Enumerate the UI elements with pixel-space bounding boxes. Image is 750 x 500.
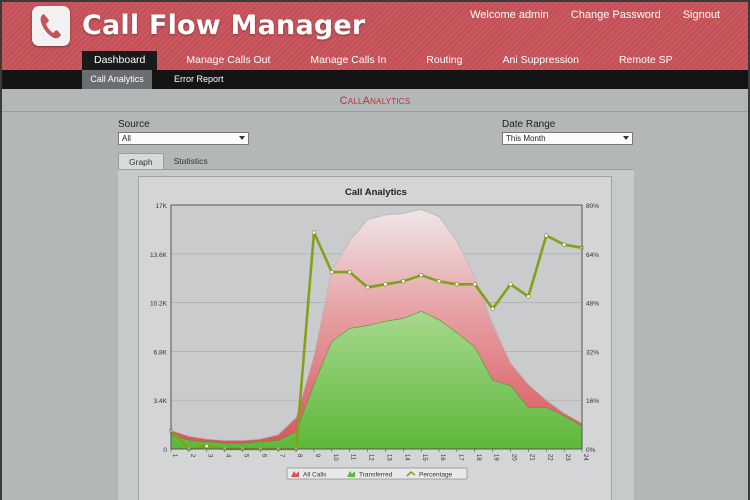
y-right-tick-label: 32% [586, 349, 599, 356]
percentage-point [329, 269, 334, 275]
x-tick-label: 8 [296, 454, 302, 458]
y-right-tick-label: 64% [586, 252, 599, 259]
x-tick-label: 12 [368, 454, 374, 461]
nav-remote-sp[interactable]: Remote SP [608, 51, 684, 70]
x-tick-label: 24 [582, 454, 588, 461]
x-tick-label: 19 [493, 454, 499, 461]
change-password-link[interactable]: Change Password [571, 9, 661, 21]
header: Call Flow Manager Welcome admin Change P… [2, 2, 748, 70]
y-left-tick-label: 3.4K [154, 398, 168, 405]
date-range-select-value: This Month [506, 134, 546, 143]
percentage-point [562, 242, 567, 247]
percentage-point [347, 269, 352, 275]
x-tick-label: 4 [225, 454, 231, 458]
nav-routing[interactable]: Routing [415, 51, 473, 70]
x-tick-label: 23 [564, 454, 570, 461]
y-right-tick-label: 80% [586, 203, 599, 210]
x-tick-label: 15 [421, 454, 427, 461]
app-window: Call Flow Manager Welcome admin Change P… [0, 0, 750, 500]
signout-link[interactable]: Signout [683, 9, 720, 21]
x-tick-label: 16 [439, 454, 445, 461]
x-tick-label: 2 [189, 454, 195, 458]
percentage-point [383, 282, 388, 287]
y-right-tick-label: 0% [586, 447, 596, 454]
percentage-point [526, 294, 531, 299]
logo[interactable] [32, 6, 70, 46]
chart-legend: All Calls Transferred Percentage [286, 467, 468, 480]
x-tick-label: 1 [171, 454, 177, 458]
x-tick-label: 10 [332, 454, 338, 461]
x-tick-label: 14 [403, 454, 409, 461]
y-left-tick-label: 13.6K [150, 252, 168, 259]
x-tick-label: 18 [475, 454, 481, 461]
percentage-point [365, 285, 370, 290]
y-left-tick-label: 0 [163, 447, 167, 454]
legend-all-calls-label: All Calls [303, 472, 327, 479]
chart-title: Call Analytics [345, 187, 407, 198]
app-title: Call Flow Manager [82, 10, 366, 41]
content: CallAnalytics Source All Date Range This… [2, 89, 748, 500]
top-links: Welcome admin Change Password Signout [470, 9, 720, 21]
x-tick-label: 11 [350, 454, 356, 461]
date-range-label: Date Range [502, 119, 556, 130]
x-tick-label: 6 [260, 454, 266, 458]
percentage-point [454, 282, 460, 287]
nav-manage-calls-in[interactable]: Manage Calls In [299, 51, 397, 70]
percentage-point [544, 233, 549, 238]
tab-bar: Graph Statistics [118, 153, 218, 169]
title-divider [2, 111, 748, 112]
percentage-point [472, 282, 477, 287]
percentage-point [419, 273, 424, 278]
source-label: Source [118, 119, 150, 130]
tab-graph[interactable]: Graph [118, 153, 164, 169]
x-tick-label: 22 [546, 454, 552, 461]
page-title: CallAnalytics [339, 95, 411, 107]
chart-container: Call Analytics 0 0% 3.4K 16% 6.8K 32% 10.2K 48% 1… [138, 176, 612, 500]
nav-ani-suppression[interactable]: Ani Suppression [492, 51, 590, 70]
y-left-tick-label: 17K [155, 203, 167, 210]
tab-statistics[interactable]: Statistics [164, 153, 218, 169]
y-left-tick-label: 6.8K [154, 349, 168, 356]
percentage-point [204, 443, 209, 449]
main-nav: Dashboard Manage Calls Out Manage Calls … [82, 51, 702, 70]
date-range-select[interactable]: This Month [502, 132, 633, 145]
nav-manage-calls-out[interactable]: Manage Calls Out [175, 51, 281, 70]
x-tick-label: 20 [511, 454, 517, 461]
sub-nav: Call Analytics Error Report [2, 70, 748, 89]
chevron-down-icon [239, 136, 245, 140]
x-tick-label: 17 [457, 454, 463, 461]
percentage-point [508, 282, 513, 287]
legend-percentage-label: Percentage [419, 472, 453, 479]
nav-dashboard[interactable]: Dashboard [82, 51, 158, 70]
x-tick-label: 3 [207, 454, 213, 458]
source-select-value: All [122, 134, 131, 143]
graph-panel: Call Analytics 0 0% 3.4K 16% 6.8K 32% 10.2K 48% 1… [118, 169, 634, 500]
x-tick-label: 13 [385, 454, 391, 461]
x-tick-label: 7 [278, 454, 284, 458]
welcome-text: Welcome admin [470, 9, 549, 21]
percentage-point [401, 279, 406, 284]
x-tick-label: 5 [242, 454, 248, 458]
percentage-point [490, 306, 495, 311]
y-left-tick-label: 10.2K [150, 301, 168, 308]
phone-icon [40, 14, 61, 39]
y-right-tick-label: 16% [586, 398, 599, 405]
x-tick-label: 21 [528, 454, 534, 461]
percentage-point [436, 279, 442, 284]
x-tick-label: 9 [314, 454, 320, 458]
subnav-error-report[interactable]: Error Report [164, 70, 234, 89]
subnav-call-analytics[interactable]: Call Analytics [82, 70, 152, 89]
legend-transferred-label: Transferred [359, 472, 393, 479]
call-analytics-chart: Call Analytics 0 0% 3.4K 16% 6.8K 32% 10.2K 48% 1… [150, 187, 599, 480]
source-select[interactable]: All [118, 132, 249, 145]
y-right-tick-label: 48% [586, 301, 599, 308]
percentage-point [311, 230, 317, 235]
chevron-down-icon [623, 136, 629, 140]
